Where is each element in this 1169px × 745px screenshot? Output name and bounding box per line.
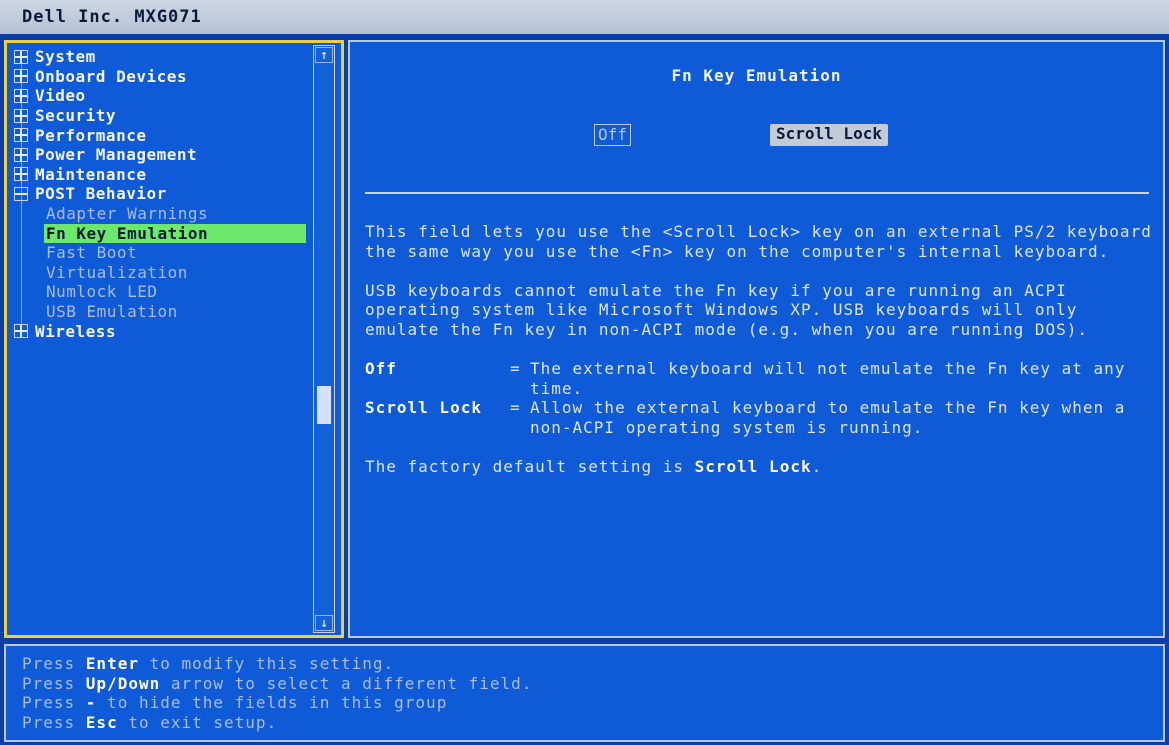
tree-item-label: Video xyxy=(35,86,86,106)
help-suffix: arrow to select a different field. xyxy=(160,673,533,693)
definition-term: Scroll Lock xyxy=(365,398,482,418)
default-prefix: The factory default setting is xyxy=(365,457,695,477)
tree-item-fast-boot[interactable]: Fast Boot xyxy=(13,243,311,263)
tree-item-numlock-led[interactable]: Numlock LED xyxy=(13,282,311,302)
tree-item-label: Onboard Devices xyxy=(35,66,187,86)
tree-item-fn-key-emulation[interactable]: Fn Key Emulation xyxy=(13,223,311,243)
help-prefix: Press xyxy=(22,693,86,713)
window-title: Dell Inc. MXG071 xyxy=(0,0,1169,34)
definition-term: Off xyxy=(365,359,397,379)
tree-item-virtualization[interactable]: Virtualization xyxy=(13,263,311,283)
expand-plus-icon[interactable] xyxy=(13,68,29,84)
default-suffix: . xyxy=(811,457,823,477)
tree-item-usb-emulation[interactable]: USB Emulation xyxy=(13,302,311,322)
option-definitions: Off = The external keyboard will not emu… xyxy=(365,359,1155,437)
option-scroll-lock[interactable]: Scroll Lock xyxy=(770,124,888,146)
definition-text: The external keyboard will not emulate t… xyxy=(530,359,1126,398)
help-suffix: to hide the fields in this group xyxy=(96,693,448,713)
tree-item-maintenance[interactable]: Maintenance xyxy=(13,165,311,185)
tree-item-onboard-devices[interactable]: Onboard Devices xyxy=(13,67,311,87)
tree-item-security[interactable]: Security xyxy=(13,106,311,126)
default-setting-note: The factory default setting is Scroll Lo… xyxy=(365,457,1155,477)
collapse-minus-icon[interactable] xyxy=(13,186,29,202)
help-key: Esc xyxy=(85,712,118,732)
definition-equals: = xyxy=(510,359,521,379)
tree-item-label: Fast Boot xyxy=(46,243,138,263)
help-prefix: Press xyxy=(22,673,86,693)
tree-item-wireless[interactable]: Wireless xyxy=(13,321,311,341)
setting-description: This field lets you use the <Scroll Lock… xyxy=(365,222,1155,496)
expand-plus-icon[interactable] xyxy=(13,147,29,163)
tree-item-label: Numlock LED xyxy=(46,282,158,302)
setting-title: Fn Key Emulation xyxy=(671,66,842,85)
tree-item-label: Power Management xyxy=(35,145,198,165)
tree-item-label: Security xyxy=(35,106,117,126)
help-line: Press Enter to modify this setting. xyxy=(22,654,532,674)
tree-scrollbar[interactable]: ↑ ↓ xyxy=(313,45,335,633)
definition-equals: = xyxy=(510,398,521,418)
settings-tree: System Onboard Devices Video Security Pe… xyxy=(13,47,311,341)
help-key: - xyxy=(85,693,97,713)
help-prefix: Press xyxy=(22,654,86,673)
tree-item-label: POST Behavior xyxy=(35,184,167,204)
tree-item-system[interactable]: System xyxy=(13,47,311,67)
tree-item-label: Virtualization xyxy=(46,262,188,282)
tree-item-label: Wireless xyxy=(35,321,117,341)
tree-item-label: USB Emulation xyxy=(46,302,178,322)
expand-plus-icon[interactable] xyxy=(13,108,29,124)
help-line: Press - to hide the fields in this group xyxy=(22,693,532,713)
setting-detail-panel: Fn Key Emulation Off Scroll Lock This fi… xyxy=(348,40,1165,638)
tree-item-video[interactable]: Video xyxy=(13,86,311,106)
tree-item-power-management[interactable]: Power Management xyxy=(13,145,311,165)
help-line: Press Esc to exit setup. xyxy=(22,713,532,733)
tree-item-label: Performance xyxy=(35,125,147,145)
expand-plus-icon[interactable] xyxy=(13,88,29,104)
description-paragraph: This field lets you use the <Scroll Lock… xyxy=(365,222,1152,261)
settings-tree-panel: System Onboard Devices Video Security Pe… xyxy=(4,40,344,638)
tree-item-adapter-warnings[interactable]: Adapter Warnings xyxy=(13,204,311,224)
tree-item-label: Fn Key Emulation xyxy=(44,223,306,243)
expand-plus-icon[interactable] xyxy=(13,323,29,339)
tree-item-post-behavior[interactable]: POST Behavior xyxy=(13,184,311,204)
help-key: Up/Down xyxy=(85,673,161,693)
tree-item-performance[interactable]: Performance xyxy=(13,125,311,145)
help-line: Press Up/Down arrow to select a differen… xyxy=(22,674,532,694)
help-key: Enter xyxy=(85,654,139,673)
expand-plus-icon[interactable] xyxy=(13,166,29,182)
help-suffix: to modify this setting. xyxy=(138,654,395,673)
tree-item-label: Maintenance xyxy=(35,164,147,184)
option-off[interactable]: Off xyxy=(594,124,631,146)
scrollbar-thumb[interactable] xyxy=(317,386,331,424)
scroll-up-arrow-icon[interactable]: ↑ xyxy=(315,47,333,63)
help-panel: Press Enter to modify this setting. Pres… xyxy=(4,644,1165,742)
default-value: Scroll Lock xyxy=(694,457,812,477)
help-prefix: Press xyxy=(22,712,86,732)
divider xyxy=(365,192,1149,194)
help-suffix: to exit setup. xyxy=(117,712,278,732)
tree-item-label: Adapter Warnings xyxy=(46,204,209,224)
expand-plus-icon[interactable] xyxy=(13,127,29,143)
help-text: Press Enter to modify this setting. Pres… xyxy=(22,654,532,732)
definition-text: Allow the external keyboard to emulate t… xyxy=(530,398,1126,437)
expand-plus-icon[interactable] xyxy=(13,49,29,65)
tree-item-label: System xyxy=(35,47,96,67)
scroll-down-arrow-icon[interactable]: ↓ xyxy=(315,615,333,631)
bios-screen: System Onboard Devices Video Security Pe… xyxy=(0,34,1169,745)
description-paragraph: USB keyboards cannot emulate the Fn key … xyxy=(365,280,1089,339)
